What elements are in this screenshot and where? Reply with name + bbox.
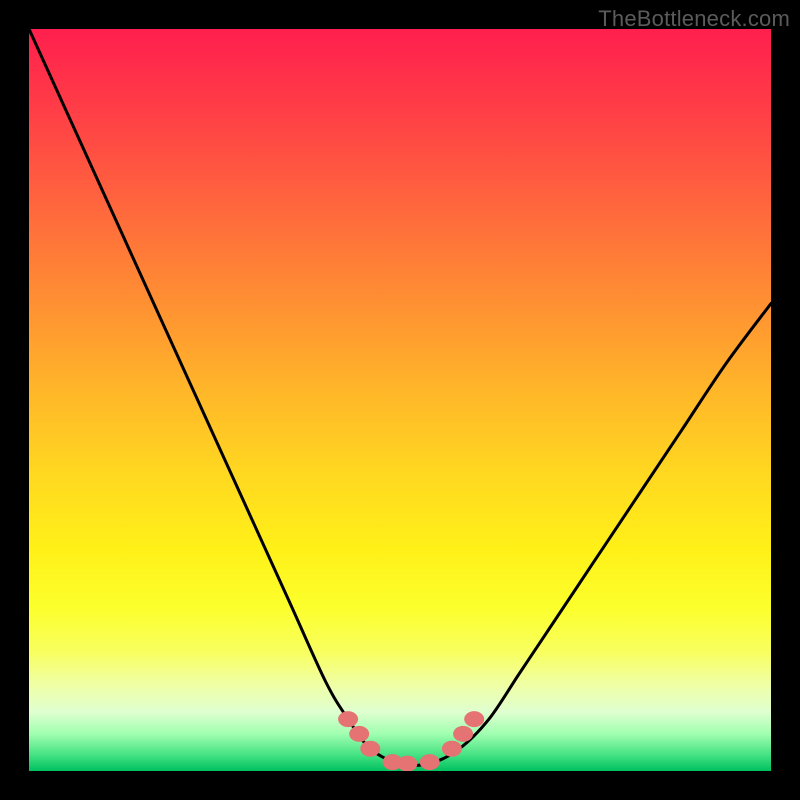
plot-area [29, 29, 771, 771]
chart-frame: TheBottleneck.com [0, 0, 800, 800]
marker-dot [349, 726, 369, 742]
bottleneck-curve [29, 29, 771, 765]
marker-dot [420, 754, 440, 770]
marker-dot [338, 711, 358, 727]
marker-dot [383, 754, 403, 770]
highlight-markers [338, 711, 484, 771]
marker-dot [464, 711, 484, 727]
marker-dot [360, 741, 380, 757]
marker-dot [442, 741, 462, 757]
curve-layer [29, 29, 771, 771]
marker-dot [397, 756, 417, 771]
marker-dot [453, 726, 473, 742]
